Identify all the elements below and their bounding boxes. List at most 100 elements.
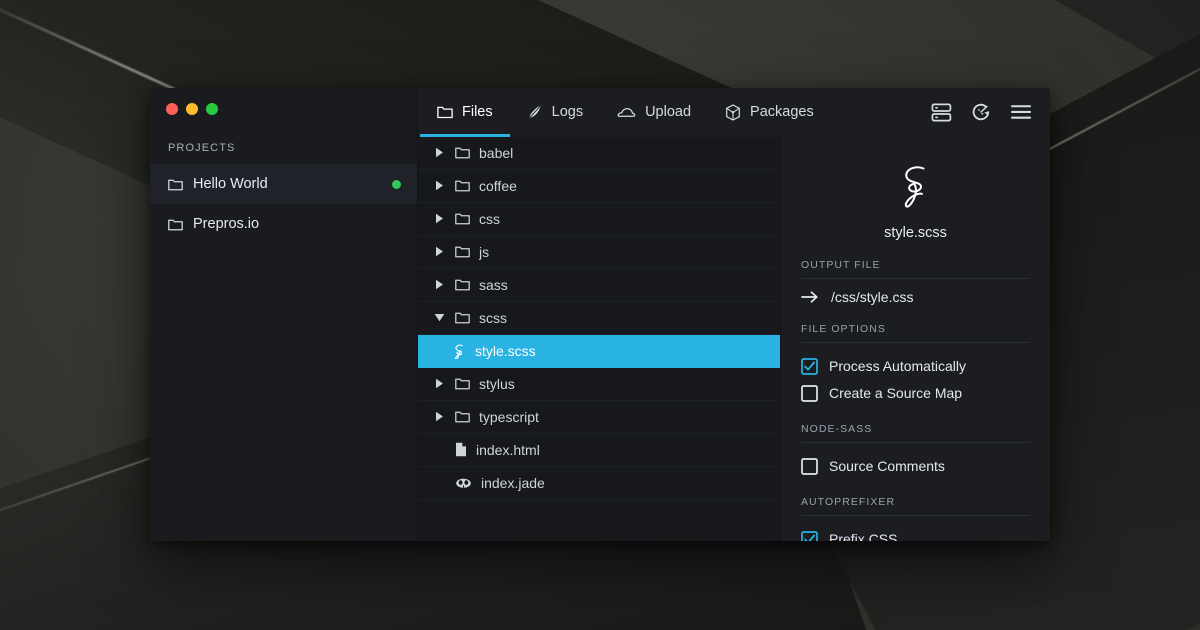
section-divider [801, 514, 1030, 516]
server-stack-icon[interactable] [931, 103, 952, 122]
inspector-file-name: style.scss [884, 224, 947, 241]
folder-icon [455, 278, 470, 291]
file-name: coffee [479, 177, 517, 194]
output-file-section: OUTPUT FILE /css/style.css [801, 259, 1030, 305]
tab-label: Files [462, 104, 493, 121]
checkbox-checked-icon[interactable] [801, 530, 818, 541]
sidebar-item-label: Prepros.io [193, 216, 260, 232]
sidebar-item-hello-world[interactable]: Hello World [150, 164, 417, 204]
section-label: OUTPUT FILE [801, 258, 881, 271]
sidebar-item-label: Hello World [193, 176, 268, 192]
zoom-button[interactable] [206, 103, 218, 115]
checkbox-unchecked-icon[interactable] [801, 384, 818, 402]
option-label: Create a Source Map [829, 385, 963, 402]
desktop-background: PROJECTS Hello World Prepros.io Files Lo… [0, 0, 1200, 630]
option-checkbox-row[interactable]: Create a Source Map [801, 380, 1030, 407]
chevron-down-icon[interactable] [432, 313, 446, 322]
file-name: style.scss [475, 342, 536, 359]
project-status-dot [392, 179, 401, 189]
tab-label: Logs [551, 104, 584, 121]
file-tree-row[interactable]: css [418, 203, 780, 236]
arrow-right-icon [801, 290, 819, 304]
output-file-row[interactable]: /css/style.css [801, 289, 1030, 305]
option-label: Process Automatically [829, 358, 966, 375]
file-name: scss [479, 309, 507, 326]
tab-logs[interactable]: Logs [510, 88, 600, 137]
folder-icon [455, 410, 470, 423]
file-tree-row[interactable]: coffee [418, 170, 780, 203]
checkbox-checked-icon[interactable] [801, 357, 818, 375]
folder-icon [455, 146, 470, 159]
jade-file-icon [455, 476, 472, 489]
checkbox-unchecked-icon[interactable] [801, 457, 818, 475]
file-tree-row[interactable]: sass [418, 269, 780, 302]
file-tree-row[interactable]: typescript [418, 401, 780, 434]
cloud-icon [617, 106, 636, 119]
file-name: css [479, 210, 500, 227]
chevron-right-icon[interactable] [432, 411, 446, 422]
folder-icon [455, 311, 470, 324]
file-inspector: style.scss OUTPUT FILE /css/style.css FI… [781, 136, 1050, 541]
section-label: AUTOPREFIXER [801, 495, 896, 508]
option-checkbox-row[interactable]: Process Automatically [801, 353, 1030, 380]
file-tree-row[interactable]: style.scss [418, 334, 780, 368]
file-tree-row[interactable]: babel [418, 137, 780, 170]
file-name: sass [479, 276, 508, 293]
file-tree-row[interactable]: stylus [418, 368, 780, 401]
file-name: index.jade [481, 474, 545, 491]
inspector-section: FILE OPTIONS Process Automatically Create … [801, 323, 1030, 407]
inspector-section: AUTOPREFIXER Prefix CSS [801, 496, 1030, 541]
toolbar-actions [931, 88, 1050, 137]
chevron-right-icon[interactable] [432, 213, 446, 224]
tab-label: Upload [645, 104, 692, 121]
active-tab-underline [420, 133, 510, 137]
chevron-right-icon[interactable] [432, 147, 446, 158]
refresh-circle-icon[interactable] [970, 101, 992, 123]
folder-icon [455, 179, 470, 192]
section-divider [801, 441, 1030, 443]
tab-bar: Files Logs Upload Packages [420, 88, 831, 137]
section-label: FILE OPTIONS [801, 322, 886, 335]
folder-icon [455, 212, 470, 225]
inspector-section: NODE-SASS Source Comments [801, 423, 1030, 480]
sidebar-item-prepros-io[interactable]: Prepros.io [150, 204, 417, 244]
tab-underline [708, 134, 831, 137]
folder-icon [437, 105, 453, 119]
chevron-right-icon[interactable] [432, 180, 446, 191]
tab-underline [600, 134, 708, 137]
file-tree-row[interactable]: index.jade [418, 467, 780, 500]
file-tree-row[interactable]: js [418, 236, 780, 269]
toolbar: Files Logs Upload Packages [418, 88, 1050, 137]
chevron-right-icon[interactable] [432, 246, 446, 257]
folder-icon [455, 245, 470, 258]
folder-icon [168, 178, 183, 191]
close-button[interactable] [166, 103, 178, 115]
feather-icon [527, 104, 543, 120]
html-file-icon [455, 442, 467, 457]
chevron-right-icon[interactable] [432, 279, 446, 290]
option-label: Prefix CSS [829, 531, 898, 541]
option-checkbox-row[interactable]: Prefix CSS [801, 526, 1030, 541]
main-area: Files Logs Upload Packages babel coffee … [418, 88, 1050, 541]
minimize-button[interactable] [186, 103, 198, 115]
tab-upload[interactable]: Upload [600, 88, 708, 137]
tab-files[interactable]: Files [420, 88, 510, 137]
chevron-right-icon[interactable] [432, 378, 446, 389]
file-tree-row[interactable]: index.html [418, 434, 780, 467]
file-tree-row[interactable]: scss [418, 302, 780, 335]
option-checkbox-row[interactable]: Source Comments [801, 453, 1030, 480]
tab-packages[interactable]: Packages [708, 88, 831, 137]
package-box-icon [725, 104, 741, 121]
file-name: stylus [479, 375, 515, 392]
file-name: index.html [476, 441, 540, 458]
hamburger-menu-icon[interactable] [1010, 104, 1032, 120]
projects-section-label: PROJECTS [168, 142, 236, 154]
content-panes: babel coffee css js sass scss style.scss stylus… [418, 136, 1050, 541]
tab-label: Packages [750, 104, 814, 121]
section-divider [801, 341, 1030, 343]
file-tree: babel coffee css js sass scss style.scss stylus… [418, 136, 781, 541]
folder-icon [455, 377, 470, 390]
window-traffic-lights [150, 88, 417, 130]
option-label: Source Comments [829, 458, 945, 475]
sass-logo-icon [801, 161, 1030, 213]
